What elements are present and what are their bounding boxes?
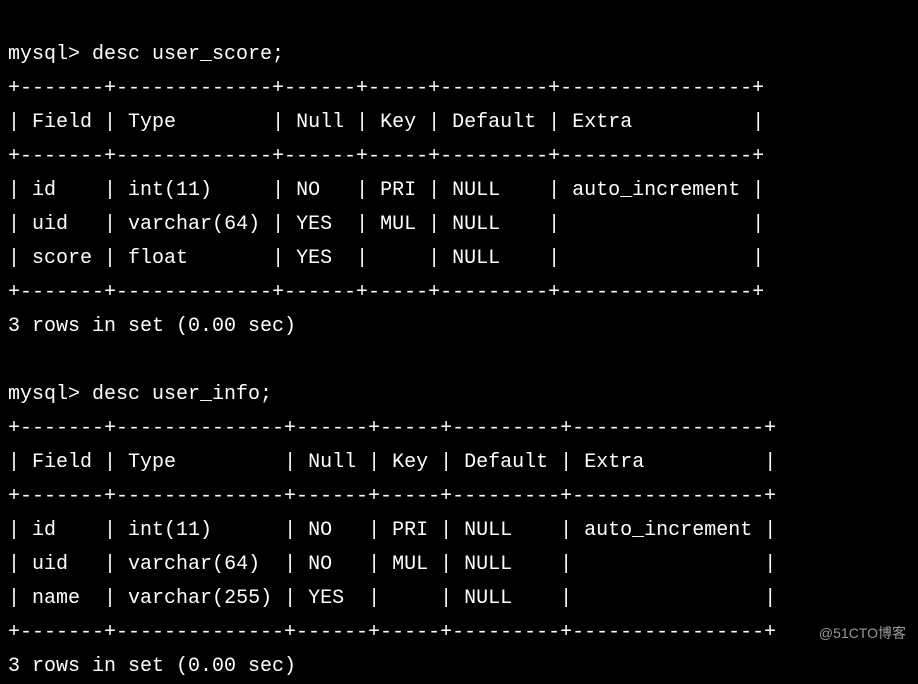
- col-type: Type: [128, 451, 176, 474]
- cell: NULL: [464, 519, 512, 542]
- table-border: +-------+--------------+------+-----+---…: [8, 621, 776, 644]
- table-row: | id | int(11) | NO | PRI | NULL | auto_…: [8, 179, 764, 202]
- table-border: +-------+-------------+------+-----+----…: [8, 281, 764, 304]
- cell: uid: [32, 213, 68, 236]
- table-border: +-------+--------------+------+-----+---…: [8, 417, 776, 440]
- col-type: Type: [128, 111, 176, 134]
- col-field: Field: [32, 111, 92, 134]
- col-default: Default: [452, 111, 536, 134]
- cell: NULL: [452, 213, 500, 236]
- table-row: | id | int(11) | NO | PRI | NULL | auto_…: [8, 519, 776, 542]
- cell: name: [32, 587, 80, 610]
- cell: NO: [296, 179, 320, 202]
- cell: NO: [308, 519, 332, 542]
- table-header-row: | Field | Type | Null | Key | Default | …: [8, 111, 764, 134]
- col-extra: Extra: [572, 111, 632, 134]
- cell: NO: [308, 553, 332, 576]
- cell: PRI: [392, 519, 428, 542]
- col-field: Field: [32, 451, 92, 474]
- command-2: desc user_info;: [92, 383, 272, 406]
- cell: int(11): [128, 519, 212, 542]
- cell: id: [32, 179, 56, 202]
- col-extra: Extra: [584, 451, 644, 474]
- cell: NULL: [452, 247, 500, 270]
- cell: MUL: [392, 553, 428, 576]
- cell: auto_increment: [584, 519, 752, 542]
- cell: PRI: [380, 179, 416, 202]
- prompt: mysql>: [8, 383, 80, 406]
- table-row: | name | varchar(255) | YES | | NULL | |: [8, 587, 776, 610]
- command-1: desc user_score;: [92, 43, 284, 66]
- cell: YES: [296, 213, 332, 236]
- prompt: mysql>: [8, 43, 80, 66]
- table-row: | uid | varchar(64) | YES | MUL | NULL |…: [8, 213, 764, 236]
- table-row: | score | float | YES | | NULL | |: [8, 247, 764, 270]
- terminal-output: mysql> desc user_score; +-------+-------…: [8, 4, 910, 684]
- cell: NULL: [452, 179, 500, 202]
- table-row: | uid | varchar(64) | NO | MUL | NULL | …: [8, 553, 776, 576]
- cell: float: [128, 247, 188, 270]
- cell: varchar(64): [128, 553, 260, 576]
- table-border: +-------+-------------+------+-----+----…: [8, 145, 764, 168]
- cell: uid: [32, 553, 68, 576]
- result-footer-2: 3 rows in set (0.00 sec): [8, 655, 296, 678]
- cell: auto_increment: [572, 179, 740, 202]
- cell: varchar(255): [128, 587, 272, 610]
- table-border: +-------+-------------+------+-----+----…: [8, 77, 764, 100]
- result-footer-1: 3 rows in set (0.00 sec): [8, 315, 296, 338]
- col-null: Null: [296, 111, 344, 134]
- col-key: Key: [392, 451, 428, 474]
- cell: score: [32, 247, 92, 270]
- cell: NULL: [464, 553, 512, 576]
- cell: id: [32, 519, 56, 542]
- col-null: Null: [308, 451, 356, 474]
- cell: varchar(64): [128, 213, 260, 236]
- cell: int(11): [128, 179, 212, 202]
- col-default: Default: [464, 451, 548, 474]
- cell: YES: [296, 247, 332, 270]
- table-header-row: | Field | Type | Null | Key | Default | …: [8, 451, 776, 474]
- table-border: +-------+--------------+------+-----+---…: [8, 485, 776, 508]
- cell: YES: [308, 587, 344, 610]
- watermark: @51CTO博客: [819, 622, 906, 646]
- cell: MUL: [380, 213, 416, 236]
- col-key: Key: [380, 111, 416, 134]
- cell: NULL: [464, 587, 512, 610]
